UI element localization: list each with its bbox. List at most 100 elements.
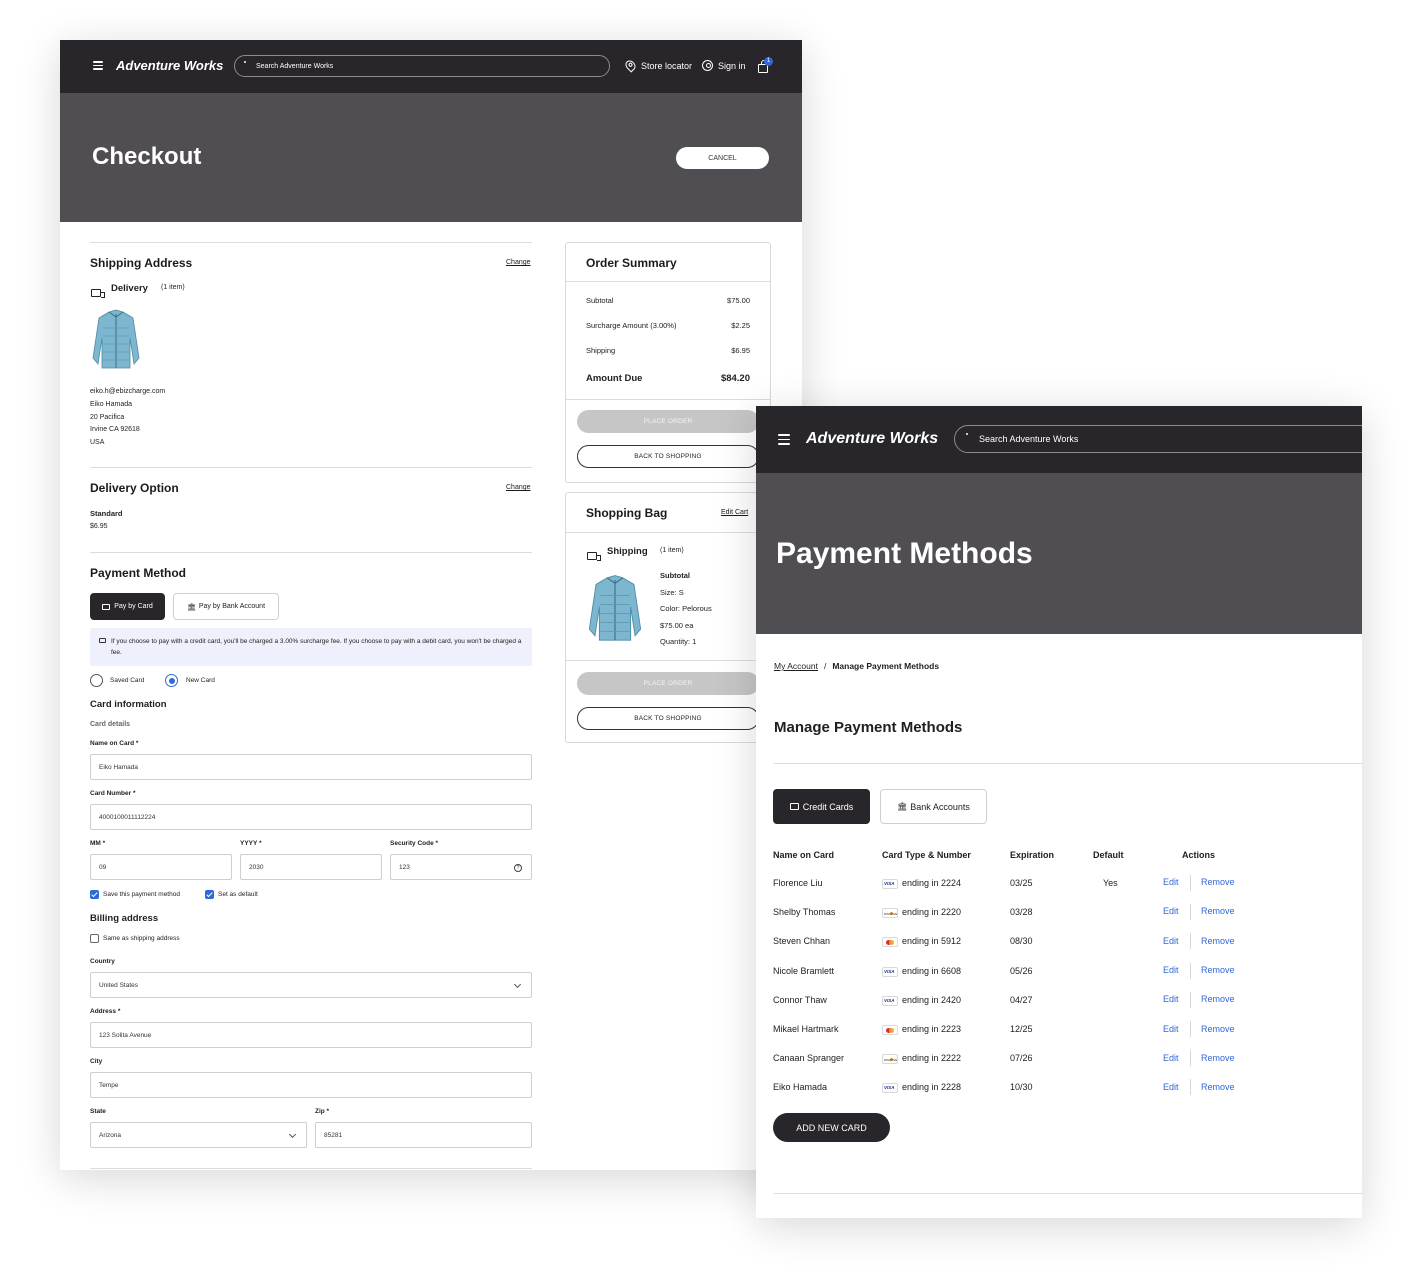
column-header-default: Default xyxy=(1093,850,1124,860)
jacket-product-image xyxy=(92,309,140,369)
saved-card-radio[interactable] xyxy=(90,674,103,687)
search-bar[interactable]: Search Adventure Works xyxy=(954,425,1362,453)
payment-methods-window: Adventure Works Search Adventure Works P… xyxy=(756,406,1362,1218)
zip-input[interactable]: 85281 xyxy=(315,1122,532,1148)
mastercard-card-logo-icon xyxy=(882,1025,898,1035)
row-expiration: 03/25 xyxy=(1010,878,1033,888)
menu-icon[interactable] xyxy=(93,61,103,70)
remove-card-link[interactable]: Remove xyxy=(1201,994,1235,1004)
page-header-banner: Checkout CANCEL xyxy=(60,93,802,222)
menu-icon[interactable] xyxy=(778,434,790,445)
page-title: Checkout xyxy=(92,143,202,170)
bag-item-count: (1 item) xyxy=(660,547,684,554)
place-order-button[interactable]: PLACE ORDER xyxy=(577,672,759,695)
new-card-radio[interactable] xyxy=(165,674,178,687)
remove-card-link[interactable]: Remove xyxy=(1201,1053,1235,1063)
state-value: Arizona xyxy=(99,1131,122,1139)
summary-value: $75.00 xyxy=(727,296,750,305)
discover-card-logo-icon xyxy=(882,908,898,919)
credit-cards-tab[interactable]: Credit Cards xyxy=(773,789,870,824)
row-card-number: ending in 2220 xyxy=(902,907,962,918)
expiry-month-input[interactable]: 09 xyxy=(90,854,232,880)
cancel-button[interactable]: CANCEL xyxy=(676,147,769,169)
remove-card-link[interactable]: Remove xyxy=(1201,877,1235,887)
shopping-bag-panel: Shopping Bag Edit Cart Shipping (1 item)… xyxy=(565,492,771,743)
store-locator-link[interactable]: Store locator xyxy=(623,58,693,73)
set-default-label: Set as default xyxy=(218,891,258,898)
remove-card-link[interactable]: Remove xyxy=(1201,965,1235,975)
shipping-country: USA xyxy=(90,439,105,447)
search-bar[interactable]: Search Adventure Works xyxy=(234,55,610,77)
expiry-year-input[interactable]: 2030 xyxy=(240,854,382,880)
sign-in-link[interactable]: Sign in xyxy=(702,60,746,71)
shipping-address-block: eiko.h@ebizcharge.com Eiko Hamada 20 Pac… xyxy=(90,386,165,450)
bank-accounts-tab[interactable]: 🏛 Bank Accounts xyxy=(880,789,987,824)
edit-card-link[interactable]: Edit xyxy=(1163,877,1179,887)
row-expiration: 12/25 xyxy=(1010,1024,1033,1034)
edit-card-link[interactable]: Edit xyxy=(1163,994,1179,1004)
section-title: Manage Payment Methods xyxy=(774,719,963,736)
same-as-shipping-checkbox[interactable] xyxy=(90,934,99,943)
summary-label: Shipping xyxy=(586,346,616,355)
page-title: Payment Methods xyxy=(776,537,1033,570)
action-separator xyxy=(1190,875,1191,891)
country-select[interactable]: United States xyxy=(90,972,532,998)
bag-item-color: Color: Pelorous xyxy=(660,604,712,613)
address-input[interactable]: 123 Solita Avenue xyxy=(90,1022,532,1048)
back-to-shopping-button[interactable]: BACK TO SHOPPING xyxy=(577,707,759,730)
divider xyxy=(566,281,770,282)
change-shipping-address-link[interactable]: Change xyxy=(506,259,531,266)
edit-card-link[interactable]: Edit xyxy=(1163,936,1179,946)
place-order-button[interactable]: PLACE ORDER xyxy=(577,410,759,433)
search-input[interactable]: Search Adventure Works xyxy=(979,434,1078,444)
search-input[interactable]: Search Adventure Works xyxy=(256,63,333,70)
pay-by-bank-tab[interactable]: 🏛 Pay by Bank Account xyxy=(173,593,279,620)
security-code-input[interactable]: 123 xyxy=(399,864,410,871)
add-new-card-button[interactable]: ADD NEW CARD xyxy=(773,1113,890,1142)
store-locator-label: Store locator xyxy=(641,60,693,71)
edit-card-link[interactable]: Edit xyxy=(1163,906,1179,916)
delivery-item-count: (1 item) xyxy=(161,284,185,291)
edit-card-link[interactable]: Edit xyxy=(1163,1082,1179,1092)
card-information-title: Card information xyxy=(90,699,167,710)
edit-cart-link[interactable]: Edit Cart xyxy=(721,509,748,516)
visa-card-logo-icon xyxy=(882,995,898,1006)
help-icon[interactable]: ? xyxy=(514,864,522,872)
remove-card-link[interactable]: Remove xyxy=(1201,936,1235,946)
action-separator xyxy=(1190,904,1191,921)
row-card-number: ending in 2223 xyxy=(902,1024,962,1034)
brand-logo[interactable]: Adventure Works xyxy=(806,430,938,448)
pay-by-card-tab[interactable]: Pay by Card xyxy=(90,593,165,620)
edit-card-link[interactable]: Edit xyxy=(1163,1024,1179,1034)
location-pin-icon xyxy=(623,58,638,73)
credit-card-icon xyxy=(102,603,111,610)
mastercard-card-logo-icon xyxy=(882,937,898,948)
state-select[interactable]: Arizona xyxy=(90,1122,307,1148)
breadcrumb-my-account[interactable]: My Account xyxy=(774,661,818,671)
chevron-down-icon xyxy=(288,1130,297,1139)
cart-button[interactable]: 1 xyxy=(758,57,773,75)
delivery-label: Delivery xyxy=(111,283,148,294)
remove-card-link[interactable]: Remove xyxy=(1201,1024,1235,1034)
name-on-card-input[interactable]: Eiko Hamada xyxy=(90,754,532,780)
remove-card-link[interactable]: Remove xyxy=(1201,906,1235,916)
divider xyxy=(774,1193,1362,1194)
security-code-field[interactable]: 123 ? xyxy=(390,854,532,880)
surcharge-notice-text: If you choose to pay with a credit card,… xyxy=(111,638,522,656)
city-input[interactable]: Tempe xyxy=(90,1072,532,1098)
save-payment-checkbox[interactable] xyxy=(90,890,99,899)
remove-card-link[interactable]: Remove xyxy=(1201,1082,1235,1092)
edit-card-link[interactable]: Edit xyxy=(1163,965,1179,975)
brand-logo[interactable]: Adventure Works xyxy=(116,58,223,73)
set-default-checkbox[interactable] xyxy=(205,890,214,899)
change-delivery-option-link[interactable]: Change xyxy=(506,484,531,491)
divider xyxy=(774,763,1362,764)
card-number-input[interactable]: 4000100011112224 xyxy=(90,804,532,830)
column-header-name: Name on Card xyxy=(773,850,835,860)
edit-card-link[interactable]: Edit xyxy=(1163,1053,1179,1063)
amount-due-value: $84.20 xyxy=(720,373,750,384)
summary-row-surcharge: Surcharge Amount (3.00%) $2.25 xyxy=(586,321,750,330)
summary-row-shipping: Shipping $6.95 xyxy=(586,346,750,355)
visa-card-logo-icon xyxy=(882,966,898,977)
back-to-shopping-button[interactable]: BACK TO SHOPPING xyxy=(577,445,759,468)
